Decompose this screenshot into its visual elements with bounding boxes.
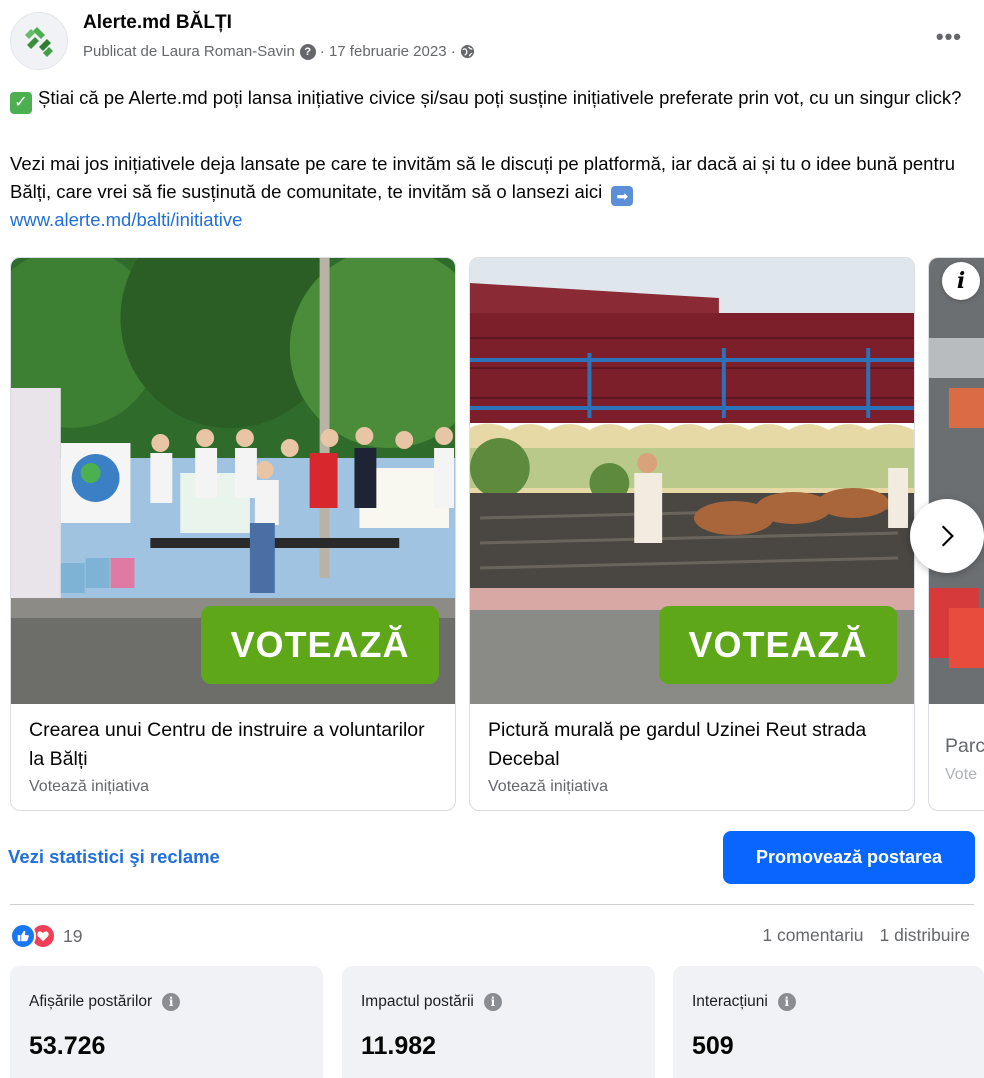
vote-button[interactable]: VOTEAZĂ — [659, 606, 897, 684]
post-header: Alerte.md BĂLȚI Publicat de Laura Roman-… — [10, 10, 974, 70]
metric-card: Interacțiuni i 509 — [673, 966, 984, 1078]
post-date[interactable]: · 17 februarie 2023 · — [320, 43, 456, 60]
question-icon[interactable]: ? — [299, 43, 316, 60]
metric-value: 53.726 — [29, 1032, 106, 1060]
post-meta: Publicat de Laura Roman-Savin ? · 17 feb… — [83, 43, 475, 60]
card-subtitle: Votează inițiativa — [29, 778, 150, 795]
stats-link[interactable]: Vezi statistici şi reclame — [8, 846, 220, 868]
more-icon[interactable]: ••• — [936, 24, 962, 50]
divider — [10, 904, 974, 905]
page-avatar-icon[interactable] — [10, 12, 68, 70]
metric-card: Afișările postărilor i 53.726 — [10, 966, 323, 1078]
vote-button[interactable]: VOTEAZĂ — [201, 606, 439, 684]
comments-shares: 1 comentariu 1 distribuire — [762, 925, 970, 946]
like-icon — [10, 923, 36, 949]
info-icon[interactable]: i — [942, 262, 980, 300]
post-text-2-content: Vezi mai jos inițiativele deja lansate p… — [10, 153, 956, 202]
metric-card: Impactul postării i 11.982 — [342, 966, 655, 1078]
post-text-1: ✓ Știai că pe Alerte.md poți lansa iniția… — [10, 84, 974, 114]
card-title[interactable]: Pictură murală pe gardul Uzinei Reut str… — [488, 716, 888, 774]
metric-value: 509 — [692, 1032, 734, 1060]
carousel-card[interactable]: VOTEAZĂ Crearea unui Centru de instruire… — [10, 257, 456, 811]
metric-label-text: Impactul postării — [361, 993, 474, 1010]
metric-label: Impactul postării i — [361, 993, 502, 1011]
card-image[interactable] — [929, 258, 984, 704]
info-icon[interactable]: i — [777, 993, 796, 1011]
post-text-1-content: Știai că pe Alerte.md poți lansa inițiat… — [38, 87, 962, 108]
card-title[interactable]: Crearea unui Centru de instruire a volun… — [29, 716, 429, 774]
promote-button[interactable]: Promovează postarea — [723, 831, 975, 884]
metric-label-text: Afișările postărilor — [29, 993, 153, 1010]
chevron-right-icon[interactable] — [910, 499, 984, 573]
card-subtitle: Votează inițiativa — [488, 778, 609, 795]
reaction-count: 19 — [63, 925, 83, 946]
arrow-right-icon: ➡ — [611, 186, 634, 206]
page-name[interactable]: Alerte.md BĂLȚI — [83, 12, 232, 34]
comments-count[interactable]: 1 comentariu — [762, 925, 863, 945]
check-icon: ✓ — [10, 92, 32, 114]
globe-icon — [460, 44, 474, 59]
initiative-link[interactable]: www.alerte.md/balti/initiative — [10, 209, 242, 230]
metric-value: 11.982 — [361, 1032, 437, 1060]
card-subtitle: Vote — [945, 766, 978, 783]
metric-label: Interacțiuni i — [692, 993, 796, 1011]
reactions-summary[interactable]: 19 — [10, 921, 82, 951]
carousel: VOTEAZĂ Crearea unui Centru de instruire… — [10, 257, 984, 813]
metric-label: Afișările postărilor i — [29, 993, 181, 1011]
post-text-2: Vezi mai jos inițiativele deja lansate p… — [10, 150, 974, 234]
shares-count[interactable]: 1 distribuire — [880, 925, 970, 945]
info-icon[interactable]: i — [162, 993, 181, 1011]
info-icon[interactable]: i — [483, 993, 502, 1011]
carousel-card[interactable]: VOTEAZĂ Pictură murală pe gardul Uzinei … — [469, 257, 915, 811]
metric-label-text: Interacțiuni — [692, 993, 768, 1010]
author[interactable]: Publicat de Laura Roman-Savin — [83, 43, 295, 60]
card-title[interactable]: Parc — [945, 732, 984, 761]
